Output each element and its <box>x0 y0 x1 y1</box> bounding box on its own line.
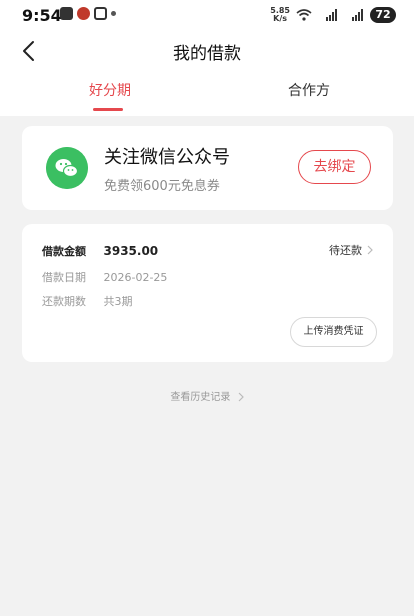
loan-date-row: 借款日期 2026-02-25 <box>42 269 167 285</box>
gallery-icon <box>94 7 107 20</box>
view-history-link[interactable]: 查看历史记录 <box>0 388 414 403</box>
wechat-card-subtitle: 免费领600元免息券 <box>104 179 220 194</box>
loan-periods-row: 还款期数 共3期 <box>42 293 133 309</box>
loan-amount-label: 借款金额 <box>42 245 86 258</box>
wechat-card-title: 关注微信公众号 <box>104 147 230 168</box>
tab-partners[interactable]: 合作方 <box>288 80 330 100</box>
tab-active-indicator <box>93 108 123 111</box>
upload-receipt-button[interactable]: 上传消费凭证 <box>290 317 377 347</box>
tab-hao-fenqi[interactable]: 好分期 <box>89 80 131 100</box>
wifi-icon <box>296 9 312 21</box>
signal-5g-icon <box>352 9 363 21</box>
signal-5g-icon <box>326 9 337 21</box>
battery-indicator: 72 <box>370 7 396 23</box>
loan-status-label: 待还款 <box>329 244 362 257</box>
chevron-right-icon <box>367 245 373 255</box>
red-app-icon <box>77 7 90 20</box>
loan-periods-label: 还款期数 <box>42 295 86 308</box>
loan-amount-value: 3935.00 <box>103 244 159 258</box>
loan-date-value: 2026-02-25 <box>103 271 168 284</box>
status-time: 9:54 <box>22 6 62 25</box>
wechat-follow-card[interactable]: 关注微信公众号 免费领600元免息券 去绑定 <box>22 126 393 210</box>
page-title: 我的借款 <box>173 44 241 64</box>
wechat-icon <box>46 147 88 189</box>
net-speed: 5.85 K/s <box>270 6 290 23</box>
message-icon <box>60 7 73 20</box>
view-history-label: 查看历史记录 <box>170 392 231 403</box>
notification-icons <box>60 7 116 20</box>
status-right: 5.85 K/s 72 <box>270 7 396 23</box>
loan-date-label: 借款日期 <box>42 271 86 284</box>
bind-button[interactable]: 去绑定 <box>298 150 371 184</box>
status-bar: 9:54 5.85 K/s 72 <box>0 0 414 34</box>
loan-status[interactable]: 待还款 <box>329 242 373 258</box>
chevron-right-icon <box>238 392 244 402</box>
loan-card[interactable]: 借款金额 3935.00 待还款 借款日期 2026-02-25 还款期数 共3… <box>22 224 393 362</box>
dot-icon <box>111 11 116 16</box>
loan-amount-row: 借款金额 3935.00 <box>42 243 158 259</box>
loan-periods-value: 共3期 <box>103 295 133 308</box>
